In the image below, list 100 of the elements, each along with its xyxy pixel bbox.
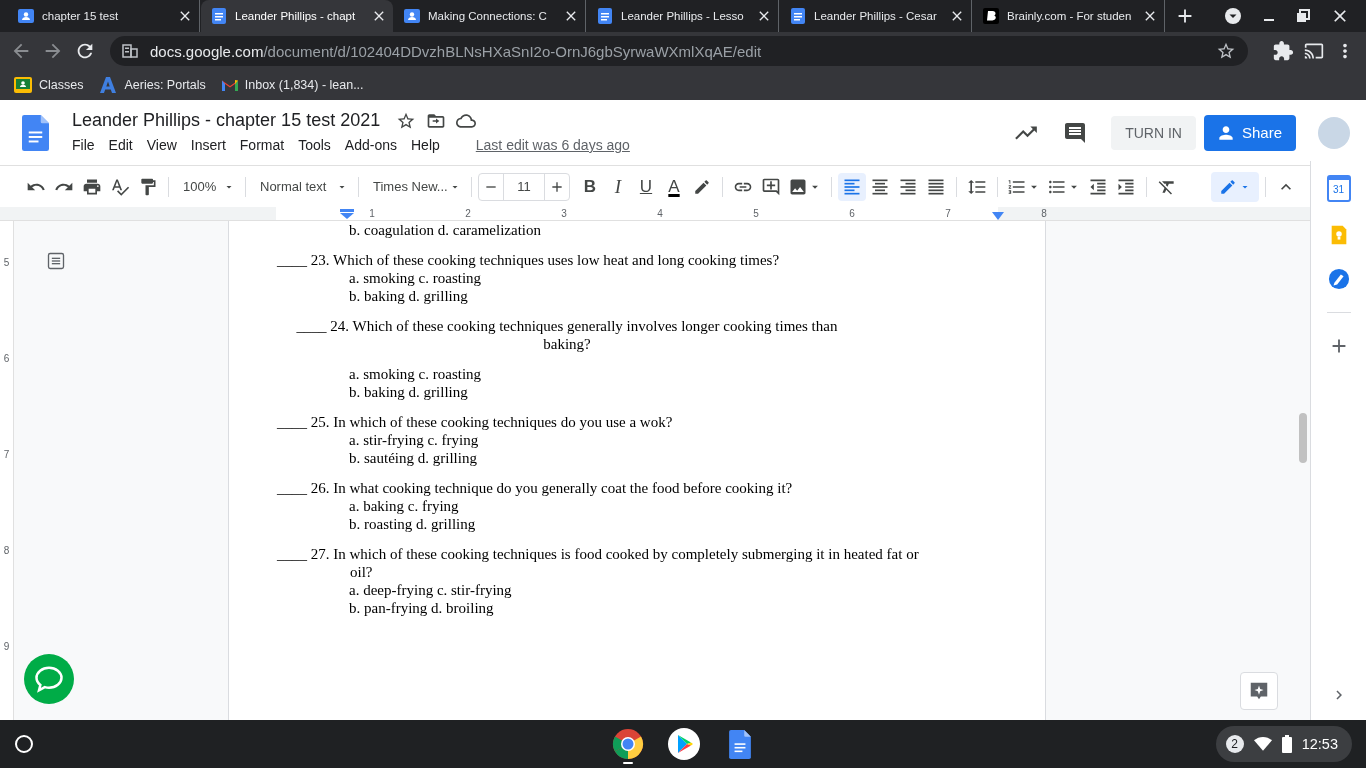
ruler-number: 8 — [1040, 207, 1048, 220]
clock: 12:53 — [1301, 736, 1338, 752]
restore-icon[interactable] — [1296, 9, 1310, 23]
ruler-number: 7 — [944, 207, 952, 220]
menu-item[interactable]: Add-ons — [344, 135, 407, 155]
question-text: ____ 27. In which of these cooking techniques is food cooked by completely submerging it in heated fat or oil? — [277, 545, 920, 581]
ruler-number: 6 — [3, 352, 10, 366]
menu-item[interactable]: Format — [239, 135, 295, 155]
menu-item[interactable]: Edit — [108, 135, 143, 155]
outline-icon[interactable] — [46, 251, 66, 271]
ruler-number: 7 — [3, 448, 10, 462]
vertical-ruler[interactable]: 5 6 7 8 9 — [0, 221, 14, 720]
sparkle-icon — [1248, 680, 1270, 702]
docs-logo-icon — [22, 114, 49, 151]
ruler-number: 3 — [560, 207, 568, 220]
tab-title: Brainly.com - For studen — [1007, 10, 1133, 22]
ruler-number: 5 — [3, 256, 10, 270]
brainly-logo-icon — [983, 8, 999, 24]
ruler-number: 6 — [848, 207, 856, 220]
comments-icon[interactable] — [1063, 120, 1088, 145]
speech-bubble-icon — [34, 664, 64, 694]
url-text: docs.google.com/document/d/102404DDvzhBLNsHXaSnI2o-OrnJ6gbSyrwaWXmlXqAE/edit — [150, 42, 762, 60]
play-store-icon[interactable] — [668, 728, 700, 760]
ruler-number: 1 — [368, 207, 376, 220]
scrollbar-thumb[interactable] — [1299, 413, 1307, 463]
tab-title: chapter 15 test — [42, 10, 120, 22]
classroom-icon — [18, 8, 34, 24]
menu-item[interactable]: File — [72, 135, 105, 155]
bookmark[interactable]: Classes — [14, 77, 84, 93]
ruler-number: 2 — [464, 207, 472, 220]
battery-icon — [1281, 735, 1292, 753]
answer-options: a. baking c. frying — [277, 497, 1045, 515]
page-info-icon[interactable] — [122, 43, 138, 59]
pencil-icon — [1219, 177, 1237, 196]
notification-count: 2 — [1225, 735, 1244, 753]
text-color-button[interactable]: A — [660, 172, 688, 201]
docs-icon — [211, 8, 227, 24]
tab-title: Leander Phillips - Cesar — [814, 10, 938, 22]
menu-item[interactable]: Help — [411, 135, 450, 155]
wifi-icon — [1253, 736, 1272, 752]
chat-button[interactable] — [24, 654, 74, 704]
paint-format-icon[interactable] — [138, 176, 158, 197]
bookmark[interactable]: Aeries: Portals — [99, 76, 206, 94]
document-title[interactable]: Leander Phillips - chapter 15 test 2021 — [72, 110, 381, 131]
docs-icon — [790, 8, 806, 24]
answer-options: a. stir-frying c. frying — [277, 431, 1045, 449]
font-dropdown[interactable]: Times New... — [365, 172, 465, 201]
cast-icon[interactable] — [1304, 41, 1324, 61]
classroom-icon — [14, 77, 32, 93]
question-text: ____ 25. In which of these cooking techniques do you use a wok? — [277, 413, 674, 431]
question-text: ____ 24. Which of these cooking techniques generally involves longer cooking times than baking? — [295, 317, 839, 353]
indent-marker-icon[interactable] — [340, 209, 354, 219]
question-text: ____ 23. Which of these cooking techniques uses low heat and long cooking times? — [277, 251, 781, 269]
answer-options: a. smoking c. roasting — [277, 269, 1045, 287]
ruler-number: 8 — [3, 544, 10, 558]
answer-options: b. sautéing d. grilling — [277, 449, 1045, 467]
answer-options: b. roasting d. grilling — [277, 515, 1045, 533]
mail-icon — [221, 79, 238, 91]
address-bar[interactable]: docs.google.com/document/d/102404DDvzhBLNsHXaSnI2o-OrnJ6gbSyrwaWXmlXqAE/edit — [110, 36, 1248, 66]
calendar-icon[interactable]: 31 — [1326, 175, 1351, 202]
add-comment-icon[interactable] — [761, 176, 781, 197]
style-dropdown[interactable]: Normal text — [252, 172, 352, 201]
tab-title: Making Connections: C — [428, 10, 548, 22]
underline-button[interactable]: U — [632, 172, 660, 201]
tab-title: Leander Phillips - chapt — [235, 10, 357, 22]
explore-button[interactable] — [1240, 672, 1278, 710]
bold-button[interactable]: B — [576, 172, 604, 201]
menu-item[interactable]: View — [146, 135, 187, 155]
menu-item[interactable]: Tools — [298, 135, 341, 155]
last-edit-link[interactable]: Last edit was 6 days ago — [475, 137, 630, 153]
classroom-icon — [404, 8, 420, 24]
answer-options: a. smoking c. roasting — [277, 365, 1045, 383]
highlighter-icon[interactable] — [693, 177, 711, 196]
tab-title: Leander Phillips - Lesso — [621, 10, 745, 22]
browser-tab[interactable]: Leander Phillips - chapt — [201, 0, 393, 32]
editing-mode-button[interactable] — [1211, 171, 1259, 202]
docs-icon — [597, 8, 613, 24]
document-text: b. coagulation d. caramelization — [348, 221, 542, 239]
answer-options: a. deep-frying c. stir-frying — [277, 581, 1045, 599]
italic-button[interactable]: I — [604, 172, 632, 201]
bookmark[interactable]: Inbox (1,834) - lean... — [221, 78, 364, 92]
answer-options: b. pan-frying d. broiling — [277, 599, 1045, 617]
turn-in-button[interactable]: TURN IN — [1111, 115, 1196, 150]
chrome-icon[interactable] — [612, 728, 644, 760]
menu-item[interactable]: Insert — [190, 135, 236, 155]
question-text: ____ 26. In what cooking technique do you generally coat the food before cooking it? — [277, 479, 794, 497]
ruler-number: 5 — [752, 207, 760, 220]
bookmark-star-icon[interactable] — [1216, 41, 1236, 61]
extensions-icon[interactable] — [1272, 40, 1294, 62]
answer-options: b. baking d. grilling — [277, 287, 1045, 305]
tab-search-icon[interactable] — [1224, 7, 1242, 25]
status-tray[interactable]: 2 12:53 — [1215, 726, 1352, 762]
docs-app-icon — [729, 729, 751, 759]
launcher-icon[interactable] — [14, 734, 34, 754]
ruler[interactable]: 1 2 3 4 5 6 7 8 — [0, 207, 1310, 221]
ruler-number: 9 — [3, 640, 10, 654]
zoom-dropdown[interactable]: 100% — [175, 172, 239, 201]
ruler-number: 4 — [656, 207, 664, 220]
answer-options: b. baking d. grilling — [277, 383, 1045, 401]
share-button[interactable]: Share — [1203, 114, 1296, 151]
